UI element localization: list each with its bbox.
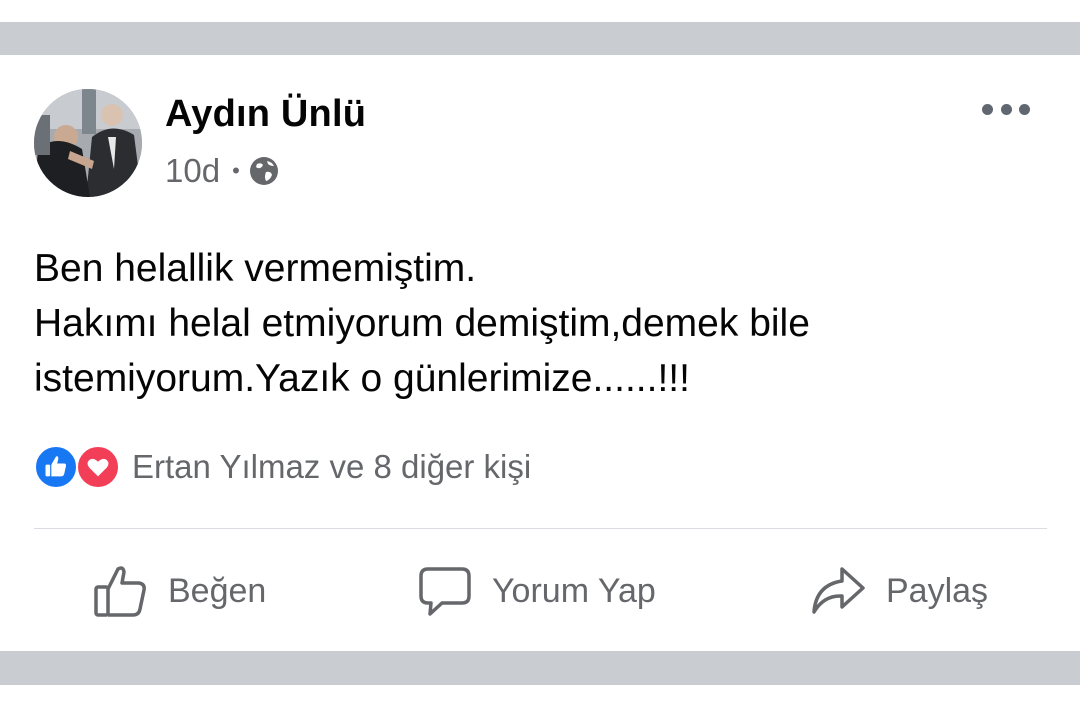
more-dot bbox=[982, 103, 993, 115]
comment-bubble-icon bbox=[419, 567, 471, 616]
post-time[interactable]: 10d bbox=[165, 152, 220, 190]
more-dot bbox=[1019, 103, 1030, 115]
comment-button[interactable]: Yorum Yap bbox=[418, 560, 656, 622]
love-reaction-icon bbox=[76, 445, 120, 489]
top-separator-band bbox=[0, 22, 1080, 55]
share-arrow-icon bbox=[812, 567, 865, 614]
author-name[interactable]: Aydın Ünlü bbox=[165, 93, 366, 136]
post-text-line: istemiyorum.Yazık o günlerimize......!!! bbox=[34, 357, 690, 400]
more-options-icon[interactable] bbox=[982, 97, 1030, 121]
avatar[interactable] bbox=[34, 89, 142, 197]
like-reaction-icon bbox=[34, 445, 78, 489]
divider bbox=[34, 528, 1047, 529]
avatar-photo bbox=[34, 89, 142, 197]
meta-separator: • bbox=[232, 158, 240, 183]
like-button[interactable]: Beğen bbox=[92, 560, 266, 622]
post-meta: 10d • bbox=[165, 151, 280, 191]
comment-label: Yorum Yap bbox=[492, 571, 656, 610]
more-dot bbox=[1000, 103, 1012, 115]
reaction-icons bbox=[34, 445, 124, 489]
bottom-separator-band bbox=[0, 651, 1080, 685]
like-label: Beğen bbox=[168, 571, 267, 610]
reactions-text[interactable]: Ertan Yılmaz ve 8 diğer kişi bbox=[132, 448, 531, 486]
thumbs-up-icon bbox=[94, 566, 146, 617]
post-card: Aydın Ünlü 10d • Ben helallik vermemişti… bbox=[0, 55, 1080, 651]
share-button[interactable]: Paylaş bbox=[810, 560, 988, 622]
reactions-summary[interactable]: Ertan Yılmaz ve 8 diğer kişi bbox=[34, 445, 531, 489]
post-text-line: Ben helallik vermemiştim. bbox=[34, 247, 477, 290]
share-label: Paylaş bbox=[886, 571, 989, 610]
post-text: Ben helallik vermemiştim. Hakımı helal e… bbox=[34, 241, 1044, 406]
post-text-line: Hakımı helal etmiyorum demiştim,demek bi… bbox=[34, 302, 810, 345]
globe-icon bbox=[248, 155, 280, 187]
